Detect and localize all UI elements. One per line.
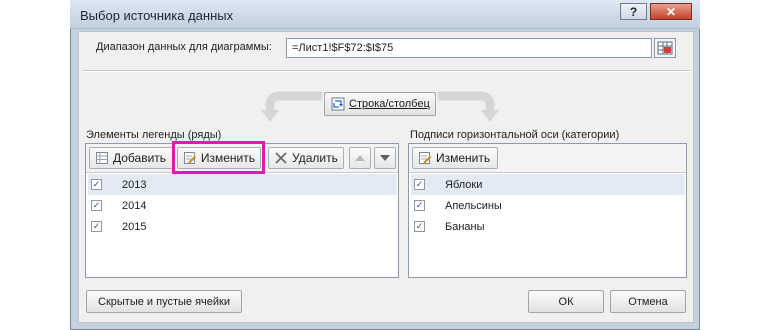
axis-checkbox[interactable]: ✓ (414, 221, 425, 232)
legend-item-label: 2014 (122, 199, 147, 212)
check-icon: ✓ (415, 200, 424, 210)
separator (82, 70, 690, 72)
legend-checkbox[interactable]: ✓ (91, 221, 102, 232)
range-select-icon (657, 41, 673, 55)
legend-section-label: Элементы легенды (ряды) (86, 129, 222, 141)
legend-checkbox[interactable]: ✓ (91, 179, 102, 190)
close-button[interactable]: ✕ (650, 3, 692, 20)
move-down-button[interactable] (374, 147, 396, 169)
check-icon: ✓ (92, 221, 101, 231)
edit-highlight-frame (172, 141, 265, 174)
axis-section-label: Подписи горизонтальной оси (категории) (410, 129, 620, 141)
range-label: Диапазон данных для диаграммы: (96, 41, 272, 53)
switch-icon (331, 97, 345, 111)
help-icon: ? (629, 4, 638, 19)
triangle-down-icon (380, 155, 390, 161)
legend-item-label: 2015 (122, 220, 147, 233)
axis-list: ✓ Яблоки ✓ Апельсины ✓ Бананы (411, 174, 685, 237)
edit-axis-labels-button[interactable]: Изменить (412, 147, 498, 169)
check-icon: ✓ (415, 179, 424, 189)
range-input[interactable]: =Лист1!$F$72:$I$75 (286, 38, 652, 58)
switch-row-column-label: Строка/столбец (349, 98, 430, 110)
axis-row[interactable]: ✓ Апельсины (411, 195, 685, 216)
dialog-title: Выбор источника данных (80, 8, 234, 23)
help-button[interactable]: ? (620, 3, 647, 20)
add-icon (96, 152, 108, 164)
axis-row[interactable]: ✓ Бананы (411, 216, 685, 237)
add-series-label: Добавить (113, 151, 167, 165)
check-icon: ✓ (92, 179, 101, 189)
legend-row[interactable]: ✓ 2014 (88, 195, 397, 216)
close-icon: ✕ (665, 4, 677, 19)
cancel-button[interactable]: Отмена (610, 290, 686, 313)
range-collapse-button[interactable] (654, 38, 676, 58)
triangle-up-icon (355, 155, 365, 161)
arrow-right-icon (438, 91, 499, 122)
move-up-button[interactable] (349, 147, 371, 169)
axis-checkbox[interactable]: ✓ (414, 179, 425, 190)
legend-item-label: 2013 (122, 178, 147, 191)
axis-item-label: Бананы (445, 220, 485, 233)
edit-icon (419, 152, 432, 164)
switch-row-column-button[interactable]: Строка/столбец (324, 92, 436, 116)
legend-checkbox[interactable]: ✓ (91, 200, 102, 211)
legend-list: ✓ 2013 ✓ 2014 ✓ 2015 (88, 174, 397, 237)
axis-checkbox[interactable]: ✓ (414, 200, 425, 211)
hidden-empty-cells-button[interactable]: Скрытые и пустые ячейки (86, 290, 242, 313)
check-icon: ✓ (415, 221, 424, 231)
check-icon: ✓ (92, 200, 101, 210)
edit-axis-labels-label: Изменить (436, 151, 491, 165)
arrow-left-icon (261, 91, 322, 122)
delete-series-button[interactable]: Удалить (268, 147, 344, 169)
axis-item-label: Яблоки (445, 178, 483, 191)
axis-item-label: Апельсины (445, 199, 502, 212)
ok-button[interactable]: ОК (528, 290, 604, 313)
delete-series-label: Удалить (292, 151, 338, 165)
delete-icon (275, 152, 287, 164)
legend-row[interactable]: ✓ 2015 (88, 216, 397, 237)
axis-row[interactable]: ✓ Яблоки (411, 174, 685, 195)
add-series-button[interactable]: Добавить (89, 147, 173, 169)
legend-row[interactable]: ✓ 2013 (88, 174, 397, 195)
